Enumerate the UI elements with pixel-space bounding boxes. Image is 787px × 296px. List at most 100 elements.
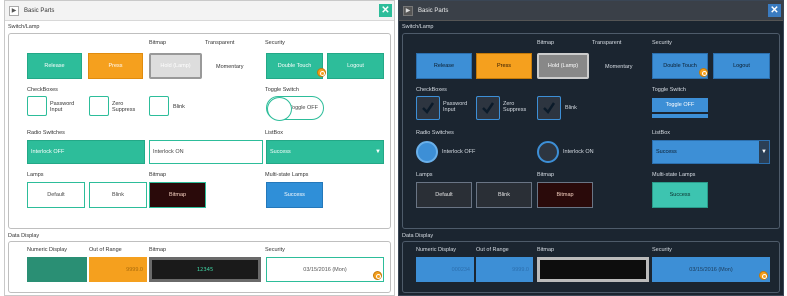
interlock-on-text: Interlock ON (153, 149, 184, 155)
listbox-label: ListBox (265, 130, 284, 136)
security-label: Security (652, 40, 672, 46)
hold-lamp-button[interactable]: Hold (Lamp) (149, 53, 202, 79)
momentary-label: Momentary (605, 64, 633, 70)
hold-lamp-button[interactable]: Hold (Lamp) (537, 53, 589, 79)
listbox-label: ListBox (652, 130, 671, 136)
default-lamp: Default (416, 182, 472, 208)
checkboxes-label: CheckBoxes (416, 87, 447, 93)
listbox-value: Success (656, 149, 677, 155)
security-label: Security (265, 40, 285, 46)
numeric-display-label: Numeric Display (416, 247, 457, 253)
security-date-display: 03/15/2016 (Mon) (652, 257, 770, 282)
basic-parts-window-dark: ▶ Basic Parts ✕ Switch/Lamp Bitmap Trans… (398, 0, 784, 296)
listbox[interactable]: Success ▼ (652, 140, 770, 164)
display-security-label: Security (652, 247, 672, 253)
blink-checkbox[interactable] (537, 96, 561, 120)
numeric-display: 000234 (416, 257, 474, 282)
transparent-label: Transparent (592, 40, 622, 46)
titlebar: ▶ Basic Parts ✕ (5, 1, 394, 21)
lamps-label: Lamps (416, 172, 433, 178)
zero-suppress-label: Zero Suppress (503, 101, 527, 113)
zero-suppress-checkbox[interactable] (476, 96, 500, 120)
titlebar: ▶ Basic Parts ✕ (399, 1, 783, 21)
multistate-lamps-label: Multi-state Lamps (265, 172, 309, 178)
bitmap-lcd-display (537, 257, 649, 282)
radio-unselected-icon (537, 141, 559, 163)
bitmap-label: Bitmap (537, 40, 555, 46)
toggle-switch-label: Toggle Switch (652, 87, 686, 93)
section-switch-lamp: Switch/Lamp (8, 24, 40, 30)
password-input-checkbox[interactable] (27, 96, 47, 116)
lamp-bitmap-label: Bitmap (537, 172, 555, 178)
play-icon[interactable]: ▶ (403, 5, 413, 16)
press-button[interactable]: Press (476, 53, 532, 79)
interlock-off-text: Interlock OFF (442, 149, 476, 155)
interlock-on-radio[interactable]: Interlock ON (149, 140, 263, 164)
out-of-range-display: 9999.0 (476, 257, 533, 282)
transparent-label: Transparent (205, 40, 235, 46)
out-of-range-label: Out of Range (89, 247, 122, 253)
section-switch-lamp: Switch/Lamp (402, 24, 434, 30)
bitmap-lamp: Bitmap (149, 182, 206, 208)
chevron-down-icon[interactable]: ▼ (759, 141, 769, 163)
toggle-switch[interactable]: Toggle OFF (652, 98, 708, 112)
logout-button[interactable]: Logout (327, 53, 384, 79)
checkmark-icon (482, 102, 495, 114)
success-lamp: Success (652, 182, 708, 208)
blink-checkbox[interactable] (149, 96, 169, 116)
window-title: Basic Parts (418, 7, 449, 14)
zero-suppress-checkbox[interactable] (89, 96, 109, 116)
release-button[interactable]: Release (27, 53, 82, 79)
window-title: Basic Parts (24, 7, 55, 14)
release-button[interactable]: Release (416, 53, 472, 79)
radio-switches-label: Radio Switches (416, 130, 454, 136)
toggle-indicator-bar (652, 114, 708, 118)
blink-lamp: Blink (89, 182, 147, 208)
password-input-checkbox[interactable] (416, 96, 440, 120)
bitmap-lcd-display: 12345 (149, 257, 261, 282)
double-touch-button[interactable]: Double Touch (266, 53, 323, 79)
out-of-range-display: 9999.0 (89, 257, 147, 282)
password-input-label: Password Input (50, 101, 75, 113)
lamps-label: Lamps (27, 172, 44, 178)
toggle-switch[interactable]: Toggle OFF (266, 96, 324, 121)
bitmap-lamp: Bitmap (537, 182, 593, 208)
default-lamp: Default (27, 182, 85, 208)
out-of-range-label: Out of Range (476, 247, 509, 253)
logout-button[interactable]: Logout (713, 53, 770, 79)
section-data-display: Data Display (8, 233, 40, 239)
blink-lamp: Blink (476, 182, 532, 208)
checkboxes-label: CheckBoxes (27, 87, 58, 93)
lock-icon (317, 68, 326, 77)
multistate-lamps-label: Multi-state Lamps (652, 172, 696, 178)
checkmark-icon (422, 102, 435, 114)
press-button[interactable]: Press (88, 53, 143, 79)
toggle-text: Toggle OFF (665, 102, 695, 108)
radio-selected-icon (416, 141, 438, 163)
listbox-value: Success (270, 149, 291, 155)
display-bitmap-label: Bitmap (537, 247, 555, 253)
success-lamp: Success (266, 182, 323, 208)
display-bitmap-label: Bitmap (149, 247, 167, 253)
interlock-off-radio[interactable]: Interlock OFF (416, 141, 526, 163)
lock-icon (759, 271, 768, 280)
zero-suppress-label: Zero Suppress (112, 101, 136, 113)
blink-label: Blink (565, 105, 577, 111)
interlock-on-radio[interactable]: Interlock ON (537, 141, 647, 163)
checkmark-icon (543, 102, 556, 114)
play-icon[interactable]: ▶ (9, 5, 19, 16)
password-input-label: Password Input (443, 101, 468, 113)
interlock-off-radio[interactable]: Interlock OFF (27, 140, 145, 164)
toggle-switch-label: Toggle Switch (265, 87, 299, 93)
close-icon[interactable]: ✕ (768, 4, 781, 17)
lock-icon (699, 68, 708, 77)
close-icon[interactable]: ✕ (379, 4, 392, 17)
lock-icon (373, 271, 382, 280)
bitmap-label: Bitmap (149, 40, 167, 46)
momentary-label: Momentary (216, 64, 244, 70)
toggle-knob (267, 97, 292, 121)
lamp-bitmap-label: Bitmap (149, 172, 167, 178)
display-security-label: Security (265, 247, 285, 253)
listbox[interactable]: Success ▼ (266, 140, 384, 164)
chevron-down-icon[interactable]: ▼ (373, 141, 383, 163)
